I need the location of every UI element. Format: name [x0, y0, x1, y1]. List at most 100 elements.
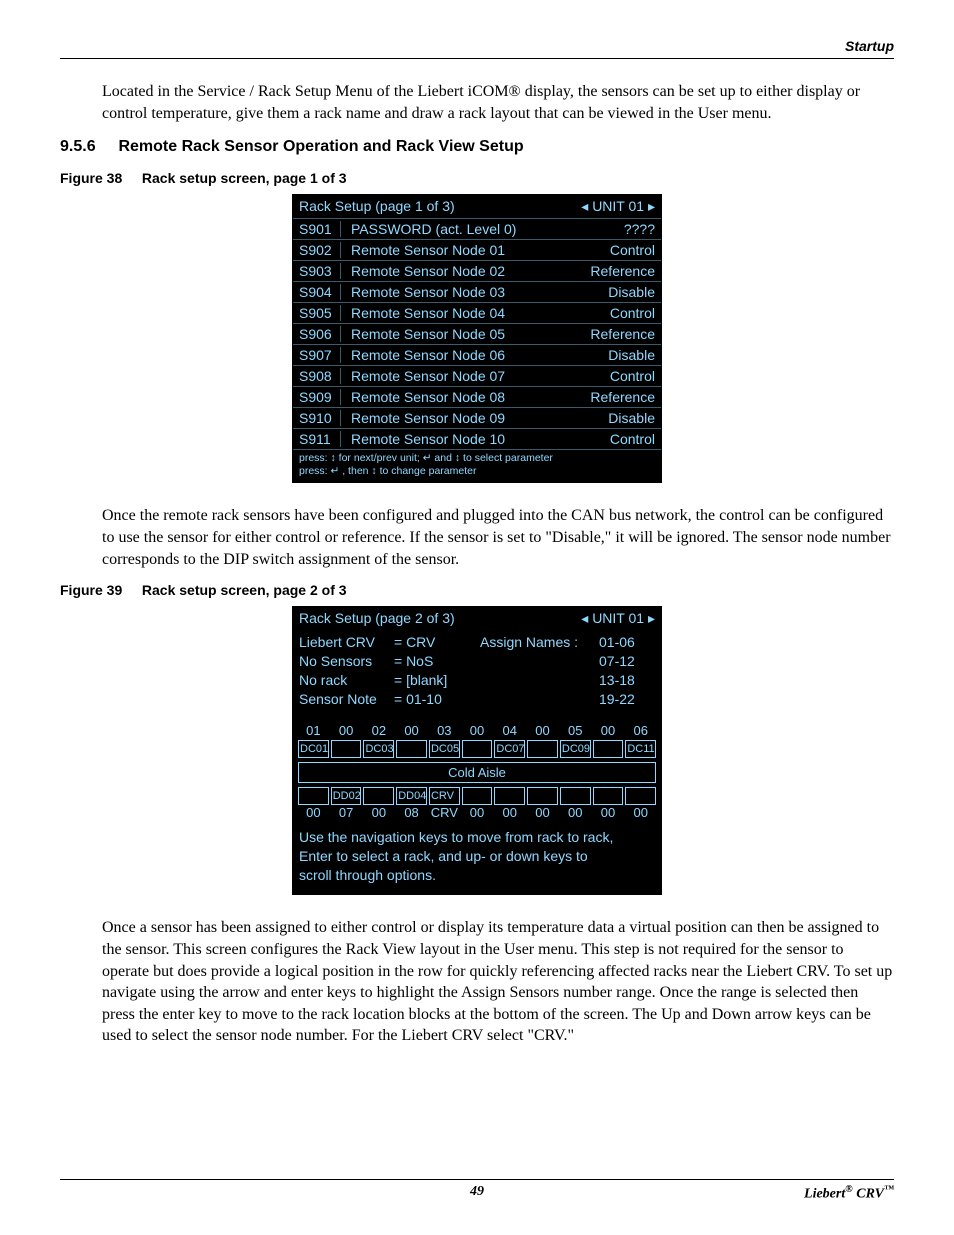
rack-slot[interactable] — [560, 787, 591, 805]
rack-slot[interactable]: DC09 — [560, 740, 591, 758]
rack-setup-screen-2: Rack Setup (page 2 of 3) ◂ UNIT 01 ▸ Lie… — [292, 606, 662, 895]
param-label: Remote Sensor Node 01 — [351, 242, 610, 258]
paragraph-intro: Located in the Service / Rack Setup Menu… — [102, 81, 894, 124]
rack-index: 03 — [428, 723, 461, 738]
paragraph-after-fig38: Once the remote rack sensors have been c… — [102, 505, 894, 570]
rack-bottom-index-row: 00070008CRV000000000000 — [293, 805, 661, 820]
param-code: S908 — [299, 368, 341, 384]
rack-index: 08 — [395, 805, 428, 820]
rack-top-row[interactable]: DC01 DC03 DC05 DC07 DC09 DC11 — [293, 740, 661, 758]
rack-bottom-row[interactable]: DD02 DD04CRV — [293, 787, 661, 805]
rack-slot[interactable] — [298, 787, 329, 805]
param-code: S911 — [299, 431, 341, 447]
param-value[interactable]: Disable — [608, 347, 655, 363]
parameter-row[interactable]: S906Remote Sensor Node 05Reference — [293, 323, 661, 344]
rack-index: 00 — [559, 805, 592, 820]
rack-slot[interactable]: DC03 — [363, 740, 394, 758]
rack-slot[interactable] — [527, 787, 558, 805]
figure39-caption: Figure 39 Rack setup screen, page 2 of 3 — [60, 582, 894, 598]
rack-index: 05 — [559, 723, 592, 738]
param-label: Remote Sensor Node 10 — [351, 431, 610, 447]
rack-slot[interactable]: CRV — [429, 787, 460, 805]
parameter-row[interactable]: S909Remote Sensor Node 08Reference — [293, 386, 661, 407]
rack-index: 00 — [592, 723, 625, 738]
assign-names-ranges[interactable]: 01-06 07-12 13-18 19-22 — [599, 633, 655, 709]
rack-slot[interactable] — [625, 787, 656, 805]
screen2-title: Rack Setup (page 2 of 3) — [299, 610, 581, 627]
rack-slot[interactable] — [331, 740, 362, 758]
rack-slot[interactable] — [396, 740, 427, 758]
paragraph-after-fig39: Once a sensor has been assigned to eithe… — [102, 917, 894, 1047]
rack-slot[interactable] — [462, 787, 493, 805]
screen1-title: Rack Setup (page 1 of 3) — [299, 198, 581, 215]
rack-slot[interactable]: DC05 — [429, 740, 460, 758]
rack-index: 01 — [297, 723, 330, 738]
rack-slot[interactable] — [527, 740, 558, 758]
param-value[interactable]: Control — [610, 305, 655, 321]
rack-slot[interactable]: DD02 — [331, 787, 362, 805]
screen2-unit-indicator[interactable]: ◂ UNIT 01 ▸ — [581, 610, 655, 627]
rack-index: 00 — [395, 723, 428, 738]
parameter-row[interactable]: S910 Remote Sensor Node 09Disable — [293, 407, 661, 428]
param-value[interactable]: Control — [610, 242, 655, 258]
param-code: S901 — [299, 221, 341, 237]
rack-slot[interactable]: DC07 — [494, 740, 525, 758]
param-value[interactable]: Reference — [590, 326, 655, 342]
rack-index: 00 — [461, 723, 494, 738]
screen2-instructions: Use the navigation keys to move from rac… — [293, 824, 661, 895]
parameter-row[interactable]: S903 Remote Sensor Node 02Reference — [293, 260, 661, 281]
rack-slot[interactable] — [363, 787, 394, 805]
parameter-row[interactable]: S911 Remote Sensor Node 10Control — [293, 428, 661, 449]
param-code: S904 — [299, 284, 341, 300]
legend-labels: Liebert CRV No Sensors No rack Sensor No… — [299, 633, 394, 709]
param-code: S910 — [299, 410, 341, 426]
rack-slot[interactable] — [593, 787, 624, 805]
param-label: PASSWORD (act. Level 0) — [351, 221, 624, 237]
rack-index: 00 — [461, 805, 494, 820]
rack-index: 00 — [493, 805, 526, 820]
rack-slot[interactable] — [462, 740, 493, 758]
param-label: Remote Sensor Node 09 — [351, 410, 608, 426]
assign-names-label: Assign Names : — [474, 633, 599, 709]
rack-index: 00 — [592, 805, 625, 820]
rack-slot[interactable] — [593, 740, 624, 758]
screen1-unit-indicator[interactable]: ◂ UNIT 01 ▸ — [581, 198, 655, 215]
parameter-row[interactable]: S902 Remote Sensor Node 01Control — [293, 239, 661, 260]
param-value[interactable]: ???? — [624, 221, 655, 237]
section-title: Remote Rack Sensor Operation and Rack Vi… — [118, 138, 523, 155]
rack-index: 07 — [330, 805, 363, 820]
rack-slot[interactable]: DC01 — [298, 740, 329, 758]
rack-index: CRV — [428, 805, 461, 820]
parameter-row[interactable]: S904Remote Sensor Node 03Disable — [293, 281, 661, 302]
param-value[interactable]: Reference — [590, 263, 655, 279]
param-label: Remote Sensor Node 02 — [351, 263, 590, 279]
rack-slot[interactable] — [494, 787, 525, 805]
legend-values: = CRV = NoS = [blank] = 01-10 — [394, 633, 474, 709]
cold-aisle-label: Cold Aisle — [298, 762, 656, 783]
param-value[interactable]: Control — [610, 368, 655, 384]
rack-index: 00 — [330, 723, 363, 738]
param-label: Remote Sensor Node 08 — [351, 389, 590, 405]
param-value[interactable]: Control — [610, 431, 655, 447]
param-code: S905 — [299, 305, 341, 321]
parameter-row[interactable]: S905 Remote Sensor Node 04Control — [293, 302, 661, 323]
parameter-row[interactable]: S908Remote Sensor Node 07Control — [293, 365, 661, 386]
rack-index: 00 — [624, 805, 657, 820]
rack-slot[interactable]: DD04 — [396, 787, 427, 805]
page-number: 49 — [338, 1184, 616, 1203]
param-code: S906 — [299, 326, 341, 342]
param-code: S903 — [299, 263, 341, 279]
param-code: S902 — [299, 242, 341, 258]
rack-index: 00 — [526, 723, 559, 738]
figure38-title: Rack setup screen, page 1 of 3 — [142, 170, 347, 186]
param-value[interactable]: Disable — [608, 410, 655, 426]
parameter-row[interactable]: S907Remote Sensor Node 06Disable — [293, 344, 661, 365]
parameter-row[interactable]: S901 PASSWORD (act. Level 0)???? — [293, 218, 661, 239]
figure39-title: Rack setup screen, page 2 of 3 — [142, 582, 347, 598]
section-number: 9.5.6 — [60, 138, 114, 156]
param-label: Remote Sensor Node 04 — [351, 305, 610, 321]
section-heading: 9.5.6 Remote Rack Sensor Operation and R… — [60, 138, 894, 156]
param-value[interactable]: Reference — [590, 389, 655, 405]
rack-slot[interactable]: DC11 — [625, 740, 656, 758]
param-value[interactable]: Disable — [608, 284, 655, 300]
